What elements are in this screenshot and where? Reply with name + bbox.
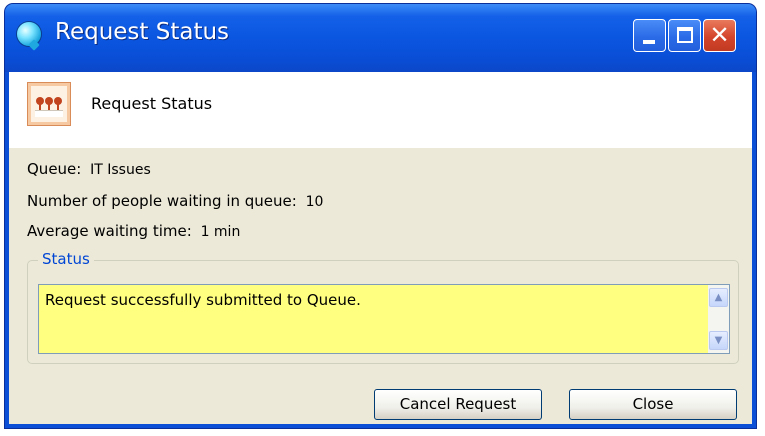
minimize-button[interactable] <box>633 19 666 52</box>
request-status-window: Request Status ✕ Request Status Queue: I… <box>5 4 756 428</box>
minimize-icon <box>643 40 655 44</box>
close-button[interactable]: Close <box>569 389 737 420</box>
title-bar[interactable]: Request Status ✕ <box>5 4 756 72</box>
queue-people-icon <box>27 82 71 126</box>
status-groupbox: Status Request successfully submitted to… <box>27 250 739 364</box>
scroll-up-icon[interactable]: ▲ <box>709 288 728 307</box>
queue-info: Queue: IT Issues <box>27 160 151 178</box>
average-wait-info: Average waiting time: 1 min <box>27 222 240 240</box>
maximize-icon <box>677 27 693 43</box>
status-legend: Status <box>38 250 94 268</box>
status-scrollbar[interactable]: ▲ ▼ <box>708 285 729 353</box>
header-title: Request Status <box>91 94 213 113</box>
average-wait-label: Average waiting time: <box>27 222 192 240</box>
waiting-count-value: 10 <box>305 194 324 210</box>
window-title: Request Status <box>55 19 230 45</box>
maximize-button[interactable] <box>668 19 701 52</box>
waiting-count-label: Number of people waiting in queue: <box>27 192 297 210</box>
status-message-area[interactable]: Request successfully submitted to Queue.… <box>38 284 730 354</box>
dialog-body: Request Status Queue: IT Issues Number o… <box>9 72 752 424</box>
dialog-header: Request Status <box>9 72 752 148</box>
queue-value: IT Issues <box>90 162 151 178</box>
close-window-button[interactable]: ✕ <box>703 19 736 52</box>
waiting-count-info: Number of people waiting in queue: 10 <box>27 192 323 210</box>
cancel-request-button[interactable]: Cancel Request <box>374 389 542 420</box>
status-message: Request successfully submitted to Queue. <box>45 291 361 309</box>
close-icon: ✕ <box>709 21 730 49</box>
chat-bubble-icon <box>17 22 41 46</box>
average-wait-value: 1 min <box>200 224 241 240</box>
scroll-down-icon[interactable]: ▼ <box>709 331 728 350</box>
queue-label: Queue: <box>27 160 82 178</box>
